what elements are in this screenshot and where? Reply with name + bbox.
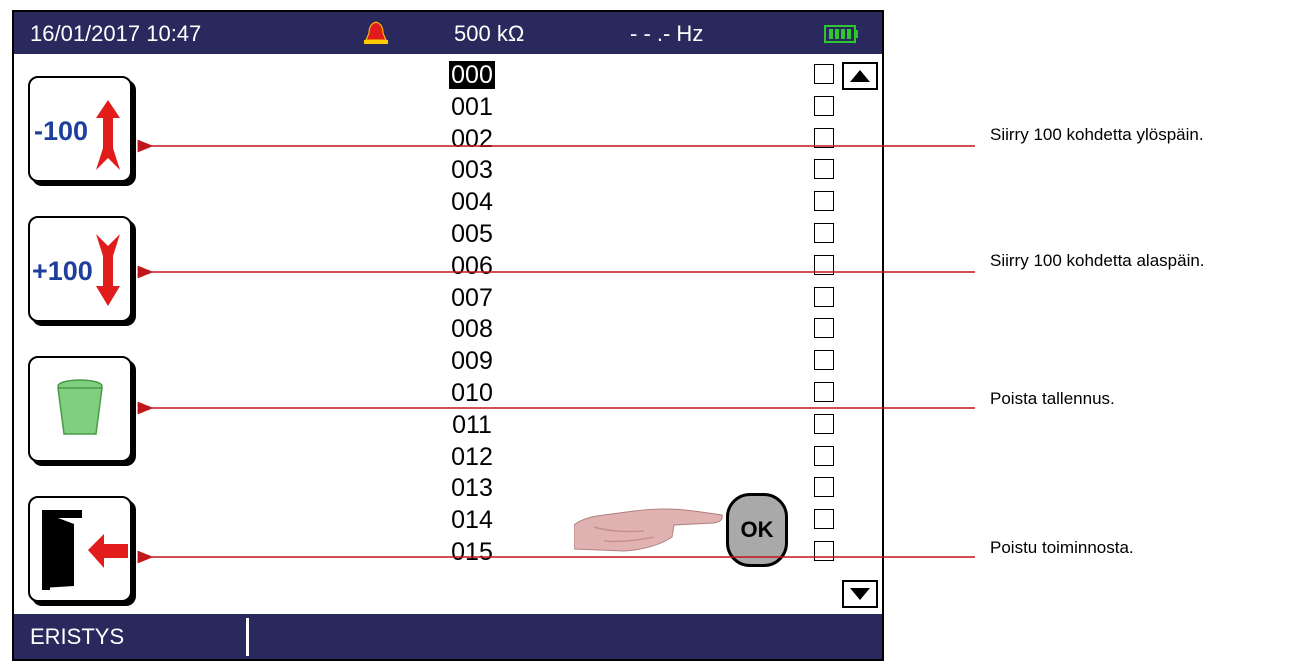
- record-item[interactable]: 008: [432, 314, 512, 346]
- record-checkbox[interactable]: [814, 286, 834, 307]
- resistance-readout: 500 kΩ: [454, 21, 525, 46]
- record-checkbox[interactable]: [814, 413, 834, 434]
- record-checkbox[interactable]: [814, 509, 834, 530]
- mode-label: ERISTYS: [30, 624, 125, 649]
- record-item[interactable]: 006: [432, 251, 512, 283]
- arrow-up-icon: [96, 100, 120, 170]
- record-label: 009: [451, 347, 493, 376]
- record-label: 012: [451, 442, 493, 471]
- record-label: 014: [451, 506, 493, 535]
- record-checkbox[interactable]: [814, 254, 834, 275]
- triangle-down-icon: [850, 588, 870, 600]
- record-checkbox[interactable]: [814, 382, 834, 402]
- record-label: 006: [451, 251, 493, 280]
- exit-button[interactable]: [28, 496, 132, 602]
- callout-up: Siirry 100 kohdetta ylöspäin.: [990, 125, 1204, 144]
- record-label: 013: [451, 474, 493, 503]
- record-item[interactable]: 010: [432, 378, 512, 410]
- record-label: 003: [451, 156, 493, 185]
- record-item[interactable]: 001: [432, 92, 512, 124]
- ok-label: OK: [740, 517, 774, 542]
- record-label: 008: [451, 315, 493, 344]
- record-list: 000 001 002 003 004 005 006 007 008 009 010 011 012 0…: [432, 60, 512, 569]
- record-checkbox[interactable]: [814, 95, 834, 116]
- battery-full-icon: [824, 25, 858, 43]
- record-item[interactable]: 003: [432, 155, 512, 187]
- record-checkbox[interactable]: [814, 127, 834, 148]
- record-label: 002: [451, 124, 493, 153]
- record-item[interactable]: 011: [432, 410, 512, 442]
- record-item[interactable]: 009: [432, 346, 512, 378]
- record-checkbox[interactable]: [814, 350, 834, 371]
- status-bar: 16/01/2017 10:47 500 kΩ - - .- Hz: [14, 12, 882, 54]
- record-item[interactable]: 002: [432, 124, 512, 156]
- scroll-down-button[interactable]: [842, 580, 878, 608]
- up100-label: -100: [34, 116, 88, 146]
- record-item[interactable]: 012: [432, 442, 512, 474]
- bottom-bar: ERISTYS: [14, 614, 882, 659]
- record-item[interactable]: 015: [432, 537, 512, 569]
- move-down-100-button[interactable]: +100: [28, 216, 132, 322]
- move-up-100-button[interactable]: -100: [28, 76, 132, 182]
- triangle-up-icon: [850, 70, 870, 82]
- record-checkbox[interactable]: [814, 159, 834, 180]
- record-checkbox[interactable]: [814, 318, 834, 339]
- device-screen: 16/01/2017 10:47 500 kΩ - - .- Hz -100 +…: [12, 10, 884, 661]
- datetime: 16/01/2017 10:47: [30, 21, 202, 46]
- callout-down: Siirry 100 kohdetta alaspäin.: [990, 251, 1205, 270]
- record-checkbox[interactable]: [814, 223, 834, 243]
- down100-label: +100: [32, 256, 93, 286]
- record-item[interactable]: 004: [432, 187, 512, 219]
- callout-exit: Poistu toiminnosta.: [990, 538, 1134, 557]
- bell-icon: [364, 21, 388, 44]
- record-checkbox[interactable]: [814, 64, 834, 84]
- record-label: 011: [452, 410, 492, 439]
- record-label: 010: [451, 378, 493, 407]
- frequency-readout: - - .- Hz: [630, 21, 704, 46]
- delete-record-button[interactable]: [28, 356, 132, 462]
- record-checkbox[interactable]: [814, 191, 834, 212]
- record-item[interactable]: 000: [432, 60, 512, 92]
- divider: [246, 618, 249, 656]
- ok-button[interactable]: OK: [726, 493, 788, 567]
- record-label: 001: [451, 92, 493, 121]
- record-label: 000: [449, 61, 495, 89]
- record-item[interactable]: 005: [432, 219, 512, 251]
- record-checkbox[interactable]: [814, 541, 834, 561]
- callout-delete: Poista tallennus.: [990, 389, 1115, 408]
- pointing-hand-icon: [574, 508, 723, 552]
- record-label: 004: [451, 188, 493, 217]
- exit-icon: [42, 510, 128, 590]
- record-label: 005: [451, 219, 493, 248]
- record-checkbox[interactable]: [814, 445, 834, 466]
- trash-icon: [57, 379, 103, 435]
- arrow-down-icon: [96, 234, 120, 306]
- record-label: 007: [451, 283, 493, 312]
- record-label: 015: [451, 537, 493, 566]
- record-item[interactable]: 007: [432, 283, 512, 315]
- scroll-up-button[interactable]: [842, 62, 878, 90]
- record-item[interactable]: 014: [432, 505, 512, 537]
- record-item[interactable]: 013: [432, 473, 512, 505]
- record-checkbox[interactable]: [814, 477, 834, 498]
